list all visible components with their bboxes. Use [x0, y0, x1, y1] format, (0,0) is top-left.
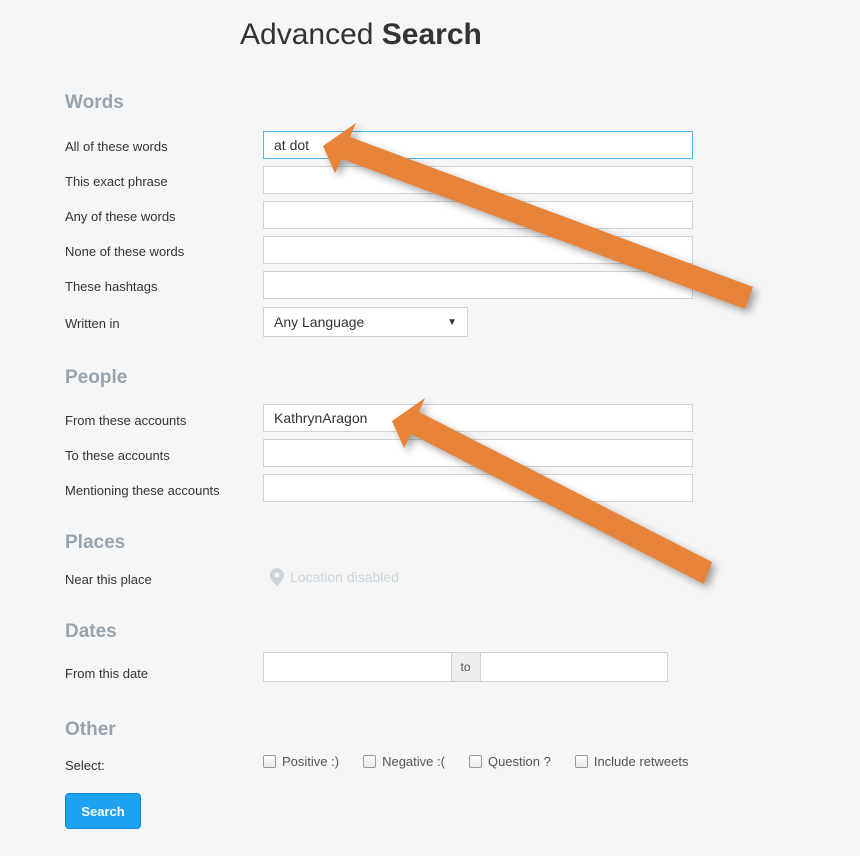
title-thin: Advanced: [240, 18, 382, 51]
positive-checkbox[interactable]: Positive :): [263, 754, 339, 769]
to-accounts-input[interactable]: [263, 439, 693, 467]
positive-label: Positive :): [282, 754, 339, 769]
question-checkbox[interactable]: Question ?: [469, 754, 551, 769]
section-other: Other: [65, 719, 116, 741]
all-words-input[interactable]: [263, 131, 693, 159]
section-dates: Dates: [65, 621, 117, 643]
label-near-place: Near this place: [65, 572, 152, 587]
from-date-input[interactable]: [263, 652, 452, 682]
language-value: Any Language: [274, 314, 364, 330]
label-from-accounts: From these accounts: [65, 413, 186, 428]
section-places: Places: [65, 532, 125, 554]
language-select[interactable]: Any Language ▼: [263, 307, 468, 337]
label-any-words: Any of these words: [65, 209, 176, 224]
label-exact-phrase: This exact phrase: [65, 174, 168, 189]
section-people: People: [65, 367, 127, 389]
location-disabled-text: Location disabled: [290, 569, 399, 585]
caret-down-icon: ▼: [447, 317, 457, 328]
search-button-label: Search: [81, 804, 124, 819]
retweets-label: Include retweets: [594, 754, 689, 769]
location-disabled: Location disabled: [270, 568, 399, 586]
checkbox-icon: [575, 755, 588, 768]
hashtags-input[interactable]: [263, 271, 693, 299]
to-date-input[interactable]: [480, 652, 669, 682]
search-button[interactable]: Search: [65, 793, 141, 829]
exact-phrase-input[interactable]: [263, 166, 693, 194]
label-to-accounts: To these accounts: [65, 448, 170, 463]
map-pin-icon: [270, 568, 284, 586]
date-separator: to: [452, 652, 480, 682]
checkbox-icon: [363, 755, 376, 768]
checkbox-icon: [263, 755, 276, 768]
label-mention-accounts: Mentioning these accounts: [65, 483, 220, 498]
label-from-date: From this date: [65, 666, 148, 681]
checkbox-icon: [469, 755, 482, 768]
title-bold: Search: [382, 18, 482, 51]
negative-checkbox[interactable]: Negative :(: [363, 754, 445, 769]
label-none-words: None of these words: [65, 244, 184, 259]
mention-accounts-input[interactable]: [263, 474, 693, 502]
none-words-input[interactable]: [263, 236, 693, 264]
question-label: Question ?: [488, 754, 551, 769]
label-written-in: Written in: [65, 316, 120, 331]
retweets-checkbox[interactable]: Include retweets: [575, 754, 689, 769]
any-words-input[interactable]: [263, 201, 693, 229]
section-words: Words: [65, 92, 124, 114]
negative-label: Negative :(: [382, 754, 445, 769]
label-select: Select:: [65, 758, 105, 773]
from-accounts-input[interactable]: [263, 404, 693, 432]
page-title: Advanced Search: [240, 18, 482, 52]
label-hashtags: These hashtags: [65, 279, 158, 294]
label-all-words: All of these words: [65, 139, 168, 154]
